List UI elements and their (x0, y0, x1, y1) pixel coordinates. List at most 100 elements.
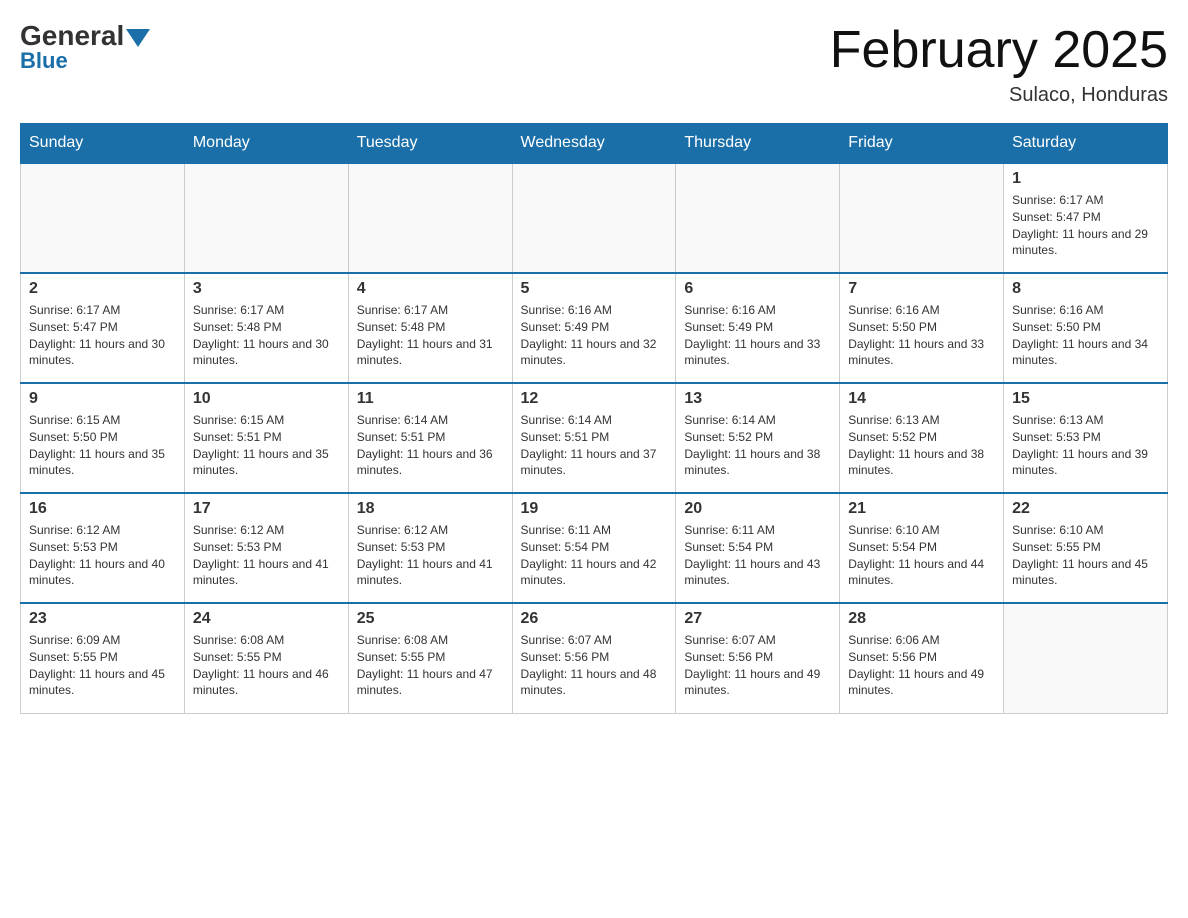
day-of-week-header: Monday (184, 124, 348, 164)
calendar-day-cell: 9 Sunrise: 6:15 AMSunset: 5:50 PMDaylight… (21, 383, 185, 493)
day-number: 13 (684, 390, 831, 408)
day-number: 14 (848, 390, 995, 408)
calendar-day-cell: 2 Sunrise: 6:17 AMSunset: 5:47 PMDaylight… (21, 273, 185, 383)
day-number: 22 (1012, 500, 1159, 518)
calendar-day-cell: 4 Sunrise: 6:17 AMSunset: 5:48 PMDaylight… (348, 273, 512, 383)
calendar-day-cell: 24 Sunrise: 6:08 AMSunset: 5:55 PMDayligh… (184, 603, 348, 713)
calendar-day-cell: 27 Sunrise: 6:07 AMSunset: 5:56 PMDayligh… (676, 603, 840, 713)
calendar-day-cell: 26 Sunrise: 6:07 AMSunset: 5:56 PMDayligh… (512, 603, 676, 713)
day-info: Sunrise: 6:12 AMSunset: 5:53 PMDaylight:… (357, 522, 504, 589)
day-of-week-header: Friday (840, 124, 1004, 164)
calendar-day-cell (840, 163, 1004, 273)
day-info: Sunrise: 6:15 AMSunset: 5:51 PMDaylight:… (193, 412, 340, 479)
calendar-day-cell: 25 Sunrise: 6:08 AMSunset: 5:55 PMDayligh… (348, 603, 512, 713)
day-number: 4 (357, 280, 504, 298)
calendar-week-row: 16 Sunrise: 6:12 AMSunset: 5:53 PMDayligh… (21, 493, 1168, 603)
day-info: Sunrise: 6:08 AMSunset: 5:55 PMDaylight:… (193, 632, 340, 699)
day-number: 7 (848, 280, 995, 298)
day-info: Sunrise: 6:16 AMSunset: 5:49 PMDaylight:… (521, 302, 668, 369)
day-info: Sunrise: 6:11 AMSunset: 5:54 PMDaylight:… (521, 522, 668, 589)
day-info: Sunrise: 6:16 AMSunset: 5:50 PMDaylight:… (848, 302, 995, 369)
calendar-day-cell: 1 Sunrise: 6:17 AMSunset: 5:47 PMDaylight… (1004, 163, 1168, 273)
day-info: Sunrise: 6:13 AMSunset: 5:53 PMDaylight:… (1012, 412, 1159, 479)
calendar-day-cell: 19 Sunrise: 6:11 AMSunset: 5:54 PMDayligh… (512, 493, 676, 603)
day-info: Sunrise: 6:14 AMSunset: 5:51 PMDaylight:… (357, 412, 504, 479)
calendar-day-cell: 13 Sunrise: 6:14 AMSunset: 5:52 PMDayligh… (676, 383, 840, 493)
calendar-day-cell: 11 Sunrise: 6:14 AMSunset: 5:51 PMDayligh… (348, 383, 512, 493)
calendar-week-row: 9 Sunrise: 6:15 AMSunset: 5:50 PMDaylight… (21, 383, 1168, 493)
day-number: 11 (357, 390, 504, 408)
day-info: Sunrise: 6:16 AMSunset: 5:50 PMDaylight:… (1012, 302, 1159, 369)
day-info: Sunrise: 6:14 AMSunset: 5:51 PMDaylight:… (521, 412, 668, 479)
day-number: 1 (1012, 170, 1159, 188)
calendar-day-cell: 28 Sunrise: 6:06 AMSunset: 5:56 PMDayligh… (840, 603, 1004, 713)
day-info: Sunrise: 6:10 AMSunset: 5:55 PMDaylight:… (1012, 522, 1159, 589)
day-info: Sunrise: 6:10 AMSunset: 5:54 PMDaylight:… (848, 522, 995, 589)
calendar-day-cell: 3 Sunrise: 6:17 AMSunset: 5:48 PMDaylight… (184, 273, 348, 383)
day-number: 6 (684, 280, 831, 298)
location-subtitle: Sulaco, Honduras (830, 84, 1168, 107)
calendar-table: SundayMondayTuesdayWednesdayThursdayFrid… (20, 123, 1168, 714)
day-number: 25 (357, 610, 504, 628)
day-info: Sunrise: 6:06 AMSunset: 5:56 PMDaylight:… (848, 632, 995, 699)
day-number: 26 (521, 610, 668, 628)
day-number: 10 (193, 390, 340, 408)
day-number: 23 (29, 610, 176, 628)
day-number: 2 (29, 280, 176, 298)
day-of-week-header: Wednesday (512, 124, 676, 164)
calendar-day-cell: 10 Sunrise: 6:15 AMSunset: 5:51 PMDayligh… (184, 383, 348, 493)
day-info: Sunrise: 6:09 AMSunset: 5:55 PMDaylight:… (29, 632, 176, 699)
title-area: February 2025 Sulaco, Honduras (830, 20, 1168, 107)
month-title: February 2025 (830, 20, 1168, 80)
calendar-day-cell (184, 163, 348, 273)
day-info: Sunrise: 6:15 AMSunset: 5:50 PMDaylight:… (29, 412, 176, 479)
day-number: 28 (848, 610, 995, 628)
day-number: 3 (193, 280, 340, 298)
day-number: 17 (193, 500, 340, 518)
day-number: 18 (357, 500, 504, 518)
calendar-day-cell: 7 Sunrise: 6:16 AMSunset: 5:50 PMDaylight… (840, 273, 1004, 383)
day-info: Sunrise: 6:17 AMSunset: 5:47 PMDaylight:… (1012, 192, 1159, 259)
calendar-day-cell: 20 Sunrise: 6:11 AMSunset: 5:54 PMDayligh… (676, 493, 840, 603)
day-number: 16 (29, 500, 176, 518)
day-number: 19 (521, 500, 668, 518)
calendar-week-row: 23 Sunrise: 6:09 AMSunset: 5:55 PMDayligh… (21, 603, 1168, 713)
day-of-week-header: Saturday (1004, 124, 1168, 164)
logo: General Blue (20, 20, 150, 74)
logo-arrow-icon (126, 29, 150, 47)
calendar-day-cell (21, 163, 185, 273)
day-number: 21 (848, 500, 995, 518)
logo-blue-text: Blue (20, 48, 68, 74)
day-info: Sunrise: 6:12 AMSunset: 5:53 PMDaylight:… (193, 522, 340, 589)
calendar-header-row: SundayMondayTuesdayWednesdayThursdayFrid… (21, 124, 1168, 164)
day-number: 20 (684, 500, 831, 518)
day-number: 9 (29, 390, 176, 408)
day-info: Sunrise: 6:14 AMSunset: 5:52 PMDaylight:… (684, 412, 831, 479)
day-info: Sunrise: 6:17 AMSunset: 5:48 PMDaylight:… (193, 302, 340, 369)
calendar-day-cell: 8 Sunrise: 6:16 AMSunset: 5:50 PMDaylight… (1004, 273, 1168, 383)
day-info: Sunrise: 6:17 AMSunset: 5:48 PMDaylight:… (357, 302, 504, 369)
day-info: Sunrise: 6:07 AMSunset: 5:56 PMDaylight:… (521, 632, 668, 699)
day-number: 12 (521, 390, 668, 408)
calendar-day-cell: 14Sunrise: 6:13 AMSunset: 5:52 PMDayligh… (840, 383, 1004, 493)
calendar-day-cell: 12 Sunrise: 6:14 AMSunset: 5:51 PMDayligh… (512, 383, 676, 493)
calendar-day-cell: 21 Sunrise: 6:10 AMSunset: 5:54 PMDayligh… (840, 493, 1004, 603)
calendar-day-cell: 15 Sunrise: 6:13 AMSunset: 5:53 PMDayligh… (1004, 383, 1168, 493)
day-info: Sunrise: 6:08 AMSunset: 5:55 PMDaylight:… (357, 632, 504, 699)
calendar-day-cell: 6 Sunrise: 6:16 AMSunset: 5:49 PMDaylight… (676, 273, 840, 383)
day-number: 8 (1012, 280, 1159, 298)
day-of-week-header: Tuesday (348, 124, 512, 164)
day-info: Sunrise: 6:16 AMSunset: 5:49 PMDaylight:… (684, 302, 831, 369)
calendar-day-cell (1004, 603, 1168, 713)
day-number: 15 (1012, 390, 1159, 408)
day-info: Sunrise: 6:07 AMSunset: 5:56 PMDaylight:… (684, 632, 831, 699)
day-info: Sunrise: 6:11 AMSunset: 5:54 PMDaylight:… (684, 522, 831, 589)
calendar-week-row: 1 Sunrise: 6:17 AMSunset: 5:47 PMDaylight… (21, 163, 1168, 273)
day-info: Sunrise: 6:12 AMSunset: 5:53 PMDaylight:… (29, 522, 176, 589)
day-number: 24 (193, 610, 340, 628)
day-number: 27 (684, 610, 831, 628)
day-info: Sunrise: 6:17 AMSunset: 5:47 PMDaylight:… (29, 302, 176, 369)
calendar-day-cell: 17 Sunrise: 6:12 AMSunset: 5:53 PMDayligh… (184, 493, 348, 603)
day-of-week-header: Sunday (21, 124, 185, 164)
day-of-week-header: Thursday (676, 124, 840, 164)
